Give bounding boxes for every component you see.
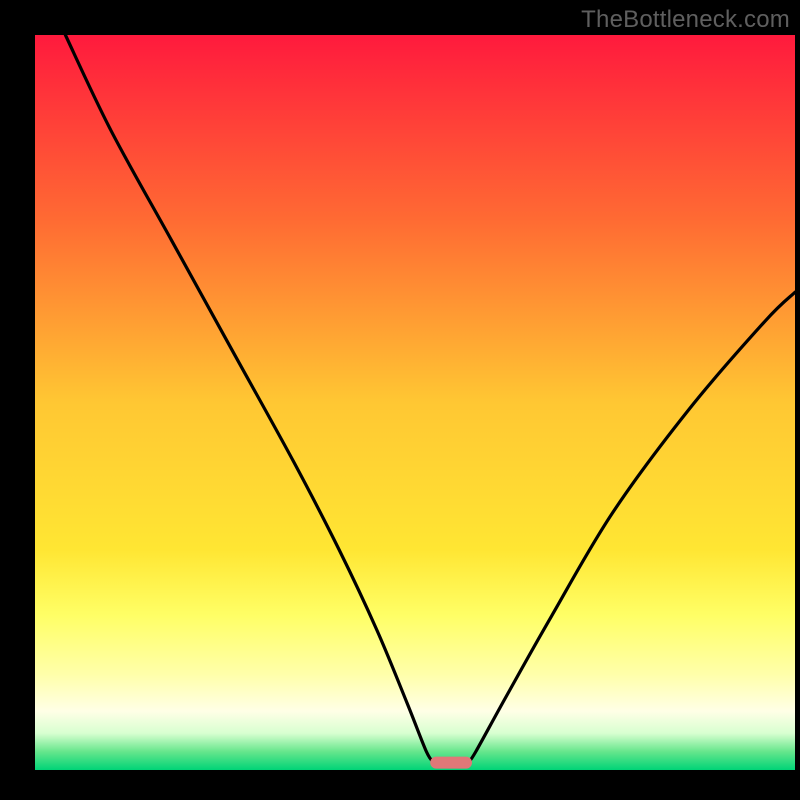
chart-svg [0,0,800,800]
bottom-marker-pill [430,757,472,769]
watermark-text: TheBottleneck.com [581,6,790,34]
plot-background [35,35,795,770]
chart-frame: TheBottleneck.com [0,0,800,800]
